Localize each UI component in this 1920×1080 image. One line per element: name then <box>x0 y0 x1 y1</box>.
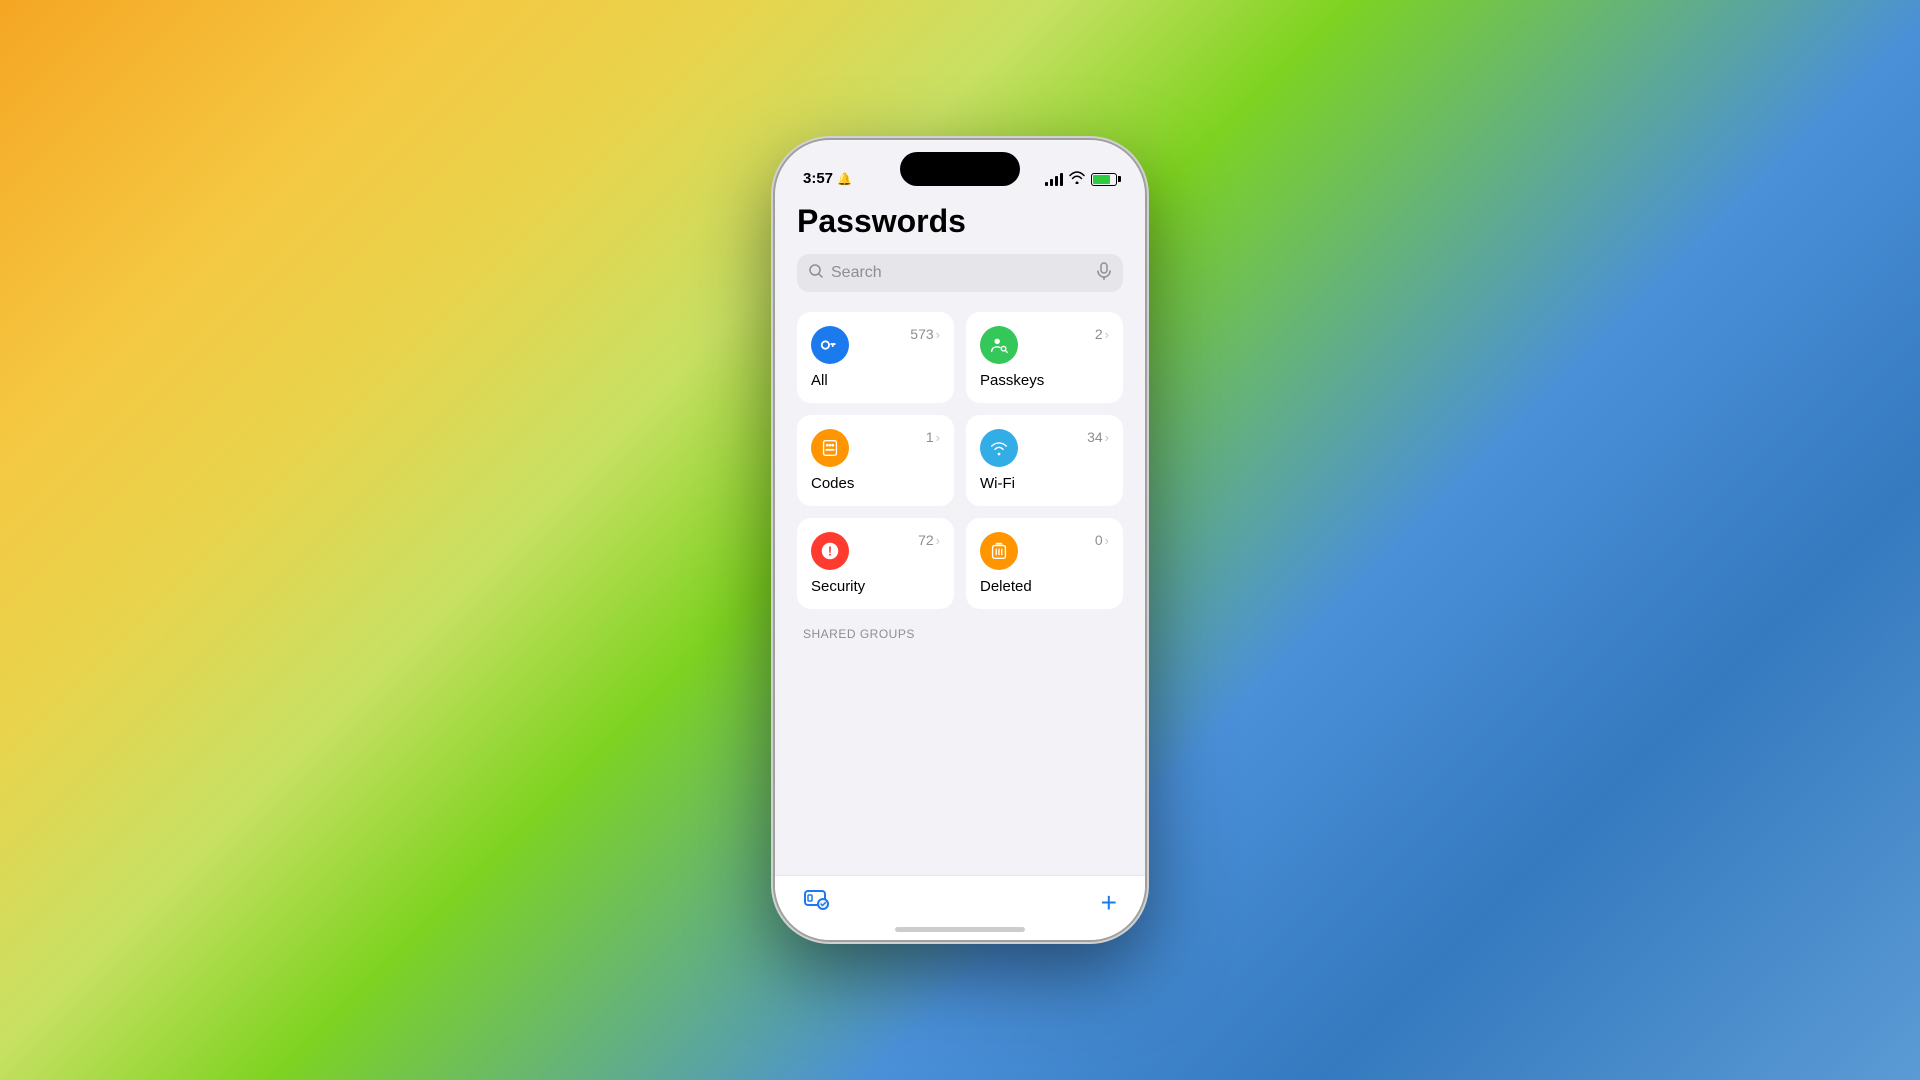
passwords-tab-icon[interactable] <box>803 888 831 918</box>
wifi-status-icon <box>1069 171 1085 187</box>
card-all-top: 573 › <box>811 326 940 364</box>
card-passkeys-count: 2 › <box>1095 326 1109 342</box>
code-icon <box>811 429 849 467</box>
card-deleted-label: Deleted <box>980 578 1109 595</box>
card-passkeys[interactable]: 2 › Passkeys <box>966 312 1123 403</box>
deleted-icon <box>980 532 1018 570</box>
security-icon: ! <box>811 532 849 570</box>
battery-icon <box>1091 173 1117 186</box>
wifi-card-icon <box>980 429 1018 467</box>
battery-fill <box>1093 175 1110 184</box>
home-indicator <box>895 927 1025 932</box>
card-security-label: Security <box>811 578 940 595</box>
dynamic-island <box>900 152 1020 186</box>
card-passkeys-label: Passkeys <box>980 372 1109 389</box>
card-deleted[interactable]: 0 › Deleted <box>966 518 1123 609</box>
screen-content: Passwords Search <box>775 195 1145 875</box>
search-icon <box>809 264 823 282</box>
chevron-icon: › <box>1105 430 1109 445</box>
search-bar[interactable]: Search <box>797 254 1123 292</box>
signal-bar-1 <box>1045 182 1048 186</box>
status-icons <box>1045 171 1117 187</box>
key-icon <box>811 326 849 364</box>
card-all[interactable]: 573 › All <box>797 312 954 403</box>
chevron-icon: › <box>936 327 940 342</box>
chevron-icon: › <box>936 533 940 548</box>
card-wifi-label: Wi-Fi <box>980 475 1109 492</box>
page-header: Passwords Search <box>775 195 1145 312</box>
card-deleted-count: 0 › <box>1095 532 1109 548</box>
card-all-count: 573 › <box>910 326 940 342</box>
card-passkeys-top: 2 › <box>980 326 1109 364</box>
alarm-icon: 🔔 <box>837 172 852 186</box>
signal-bar-2 <box>1050 179 1053 186</box>
chevron-icon: › <box>1105 327 1109 342</box>
card-codes-count: 1 › <box>926 429 940 445</box>
svg-text:!: ! <box>828 544 832 559</box>
status-time: 3:57 🔔 <box>803 170 852 187</box>
phone-frame: 3:57 🔔 Passwords <box>775 140 1145 940</box>
card-wifi-count: 34 › <box>1087 429 1109 445</box>
signal-bar-4 <box>1060 173 1063 186</box>
add-button[interactable]: + <box>1101 887 1117 919</box>
chevron-icon: › <box>936 430 940 445</box>
time-display: 3:57 <box>803 170 833 187</box>
empty-space <box>775 649 1145 875</box>
passkey-icon <box>980 326 1018 364</box>
card-deleted-top: 0 › <box>980 532 1109 570</box>
card-all-label: All <box>811 372 940 389</box>
card-codes-label: Codes <box>811 475 940 492</box>
mic-icon[interactable] <box>1097 262 1111 284</box>
card-security[interactable]: ! 72 › Security <box>797 518 954 609</box>
card-wifi[interactable]: 34 › Wi-Fi <box>966 415 1123 506</box>
search-input[interactable]: Search <box>831 264 1089 282</box>
card-codes-top: 1 › <box>811 429 940 467</box>
card-codes[interactable]: 1 › Codes <box>797 415 954 506</box>
card-wifi-top: 34 › <box>980 429 1109 467</box>
chevron-icon: › <box>1105 533 1109 548</box>
cards-grid: 573 › All <box>775 312 1145 609</box>
signal-bar-3 <box>1055 176 1058 186</box>
page-title: Passwords <box>797 203 1123 240</box>
shared-groups-header: SHARED GROUPS <box>775 627 1145 641</box>
card-security-count: 72 › <box>918 532 940 548</box>
card-security-top: ! 72 › <box>811 532 940 570</box>
signal-bars <box>1045 173 1063 186</box>
